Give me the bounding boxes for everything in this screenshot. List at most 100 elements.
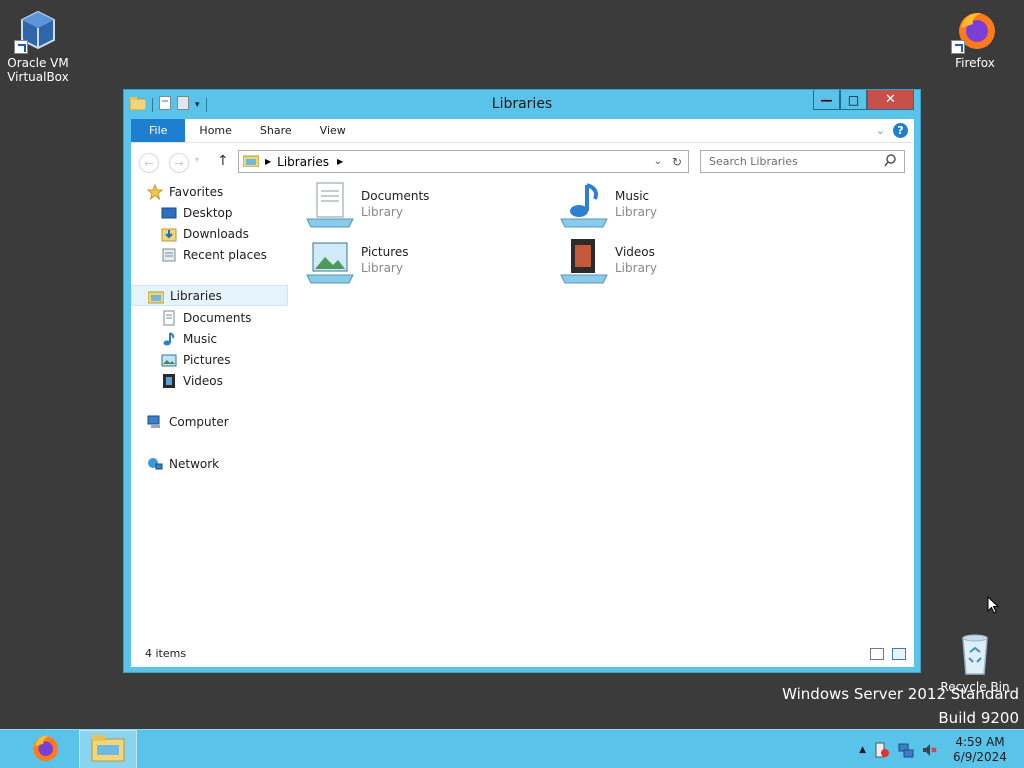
taskbar-clock[interactable]: 4:59 AM 6/9/2024 <box>946 735 1014 765</box>
os-watermark: Windows Server 2012 Standard Build 9200 <box>782 685 1019 727</box>
close-button[interactable]: ✕ <box>867 90 914 110</box>
library-item-videos[interactable]: Videos Library <box>559 237 799 287</box>
title-bar[interactable]: ▾ Libraries — □ ✕ <box>124 90 920 118</box>
up-arrow-icon[interactable]: ↑ <box>217 153 229 169</box>
desktop-icon <box>161 205 177 221</box>
downloads-icon <box>161 226 177 242</box>
pictures-library-icon <box>305 237 355 285</box>
nav-computer-label: Computer <box>169 414 229 429</box>
shortcut-arrow-icon <box>951 40 965 54</box>
library-name-pictures: Pictures <box>361 245 409 259</box>
address-dropdown-icon[interactable]: ⌄ <box>654 156 662 167</box>
maximize-button[interactable]: □ <box>840 90 867 110</box>
nav-documents[interactable]: Documents <box>131 307 288 328</box>
window-title: Libraries <box>491 96 553 112</box>
library-name-documents: Documents <box>361 189 430 203</box>
nav-videos[interactable]: Videos <box>131 370 288 391</box>
nav-libraries[interactable]: Libraries <box>131 285 288 306</box>
nav-music[interactable]: Music <box>131 328 288 349</box>
navigation-bar: ← → ▾ ↑ ▶ Libraries ▶ ⌄ ↻ <box>131 143 914 181</box>
explorer-window[interactable]: ▾ Libraries — □ ✕ File Home Share View ⌄… <box>123 89 921 673</box>
status-bar: 4 items <box>131 639 914 667</box>
clock-date: 6/9/2024 <box>953 749 1007 764</box>
file-explorer-icon <box>91 733 125 766</box>
expand-ribbon-icon[interactable]: ⌄ <box>876 124 885 137</box>
help-icon[interactable]: ? <box>893 123 908 138</box>
nav-documents-label: Documents <box>183 310 252 325</box>
show-hidden-icons-icon[interactable]: ▲ <box>859 745 866 755</box>
network-status-icon[interactable] <box>898 742 914 758</box>
tab-view[interactable]: View <box>306 119 360 142</box>
nav-computer[interactable]: Computer <box>131 411 288 432</box>
nav-recent-places[interactable]: Recent places <box>131 244 288 265</box>
ribbon-right: ⌄ ? <box>876 123 908 138</box>
shortcut-arrow-icon <box>14 40 28 54</box>
forward-arrow-icon: → <box>174 156 184 170</box>
library-type-documents: Library <box>361 205 403 219</box>
refresh-icon[interactable]: ↻ <box>672 155 682 169</box>
tab-home[interactable]: Home <box>185 119 245 142</box>
taskbar-explorer-button[interactable] <box>79 730 137 768</box>
firefox-label: Firefox <box>955 56 995 70</box>
libraries-icon <box>147 288 165 304</box>
documents-library-icon <box>305 181 355 229</box>
library-item-pictures[interactable]: Pictures Library <box>305 237 545 287</box>
nav-pictures-label: Pictures <box>183 352 231 367</box>
window-client: File Home Share View ⌄ ? ← → ▾ ↑ ▶ Libra… <box>131 119 914 667</box>
libraries-folder-icon <box>242 153 260 170</box>
nav-downloads[interactable]: Downloads <box>131 223 288 244</box>
videos-icon <box>161 373 177 389</box>
network-icon <box>147 456 163 472</box>
library-name-music: Music <box>615 189 650 203</box>
pictures-icon <box>161 352 177 368</box>
library-type-music: Library <box>615 205 657 219</box>
minimize-icon: — <box>820 92 833 107</box>
taskbar-firefox-button[interactable] <box>16 730 74 768</box>
tab-share[interactable]: Share <box>246 119 306 142</box>
nav-downloads-label: Downloads <box>183 226 249 241</box>
recent-locations-icon[interactable]: ▾ <box>195 155 199 164</box>
search-icon[interactable] <box>884 154 896 170</box>
clock-time: 4:59 AM <box>955 734 1005 749</box>
large-icons-view-icon[interactable] <box>892 648 906 660</box>
search-input[interactable] <box>709 155 879 168</box>
desktop-icon-virtualbox[interactable]: Oracle VM VirtualBox <box>0 8 76 84</box>
nav-pictures[interactable]: Pictures <box>131 349 288 370</box>
nav-favorites[interactable]: Favorites <box>131 181 288 202</box>
nav-music-label: Music <box>183 331 218 346</box>
library-item-documents[interactable]: Documents Library <box>305 181 545 231</box>
library-item-music[interactable]: Music Library <box>559 181 799 231</box>
nav-favorites-label: Favorites <box>169 184 224 199</box>
music-library-icon <box>559 181 609 229</box>
minimize-button[interactable]: — <box>813 90 840 110</box>
close-icon: ✕ <box>885 92 896 107</box>
search-box[interactable] <box>700 150 905 173</box>
volume-muted-icon[interactable] <box>922 742 938 758</box>
address-bar[interactable]: ▶ Libraries ▶ ⌄ ↻ <box>238 150 689 173</box>
breadcrumb-chevron-icon[interactable]: ▶ <box>337 157 343 166</box>
back-button[interactable]: ← <box>139 153 159 173</box>
view-buttons <box>870 648 906 660</box>
videos-library-icon <box>559 237 609 285</box>
desktop-icon-firefox[interactable]: Firefox <box>937 8 1013 70</box>
library-type-pictures: Library <box>361 261 403 275</box>
os-watermark-line1: Windows Server 2012 Standard <box>782 685 1019 703</box>
firefox-icon <box>951 8 997 54</box>
recent-places-icon <box>161 247 177 263</box>
details-view-icon[interactable] <box>870 648 884 660</box>
breadcrumb-libraries[interactable]: Libraries <box>277 155 329 169</box>
nav-desktop[interactable]: Desktop <box>131 202 288 223</box>
music-icon <box>161 331 177 347</box>
firefox-icon <box>29 732 61 767</box>
forward-button[interactable]: → <box>169 153 189 173</box>
library-name-videos: Videos <box>615 245 655 259</box>
nav-network[interactable]: Network <box>131 453 288 474</box>
nav-network-label: Network <box>169 456 220 471</box>
navigation-pane: Favorites Desktop Downloads Recent place… <box>131 181 289 641</box>
star-icon <box>146 183 164 200</box>
ribbon: File Home Share View ⌄ ? <box>131 119 914 143</box>
nav-libraries-label: Libraries <box>170 288 222 303</box>
breadcrumb-separator-icon[interactable]: ▶ <box>265 157 271 166</box>
tab-file[interactable]: File <box>131 119 186 142</box>
action-center-icon[interactable] <box>874 742 890 758</box>
